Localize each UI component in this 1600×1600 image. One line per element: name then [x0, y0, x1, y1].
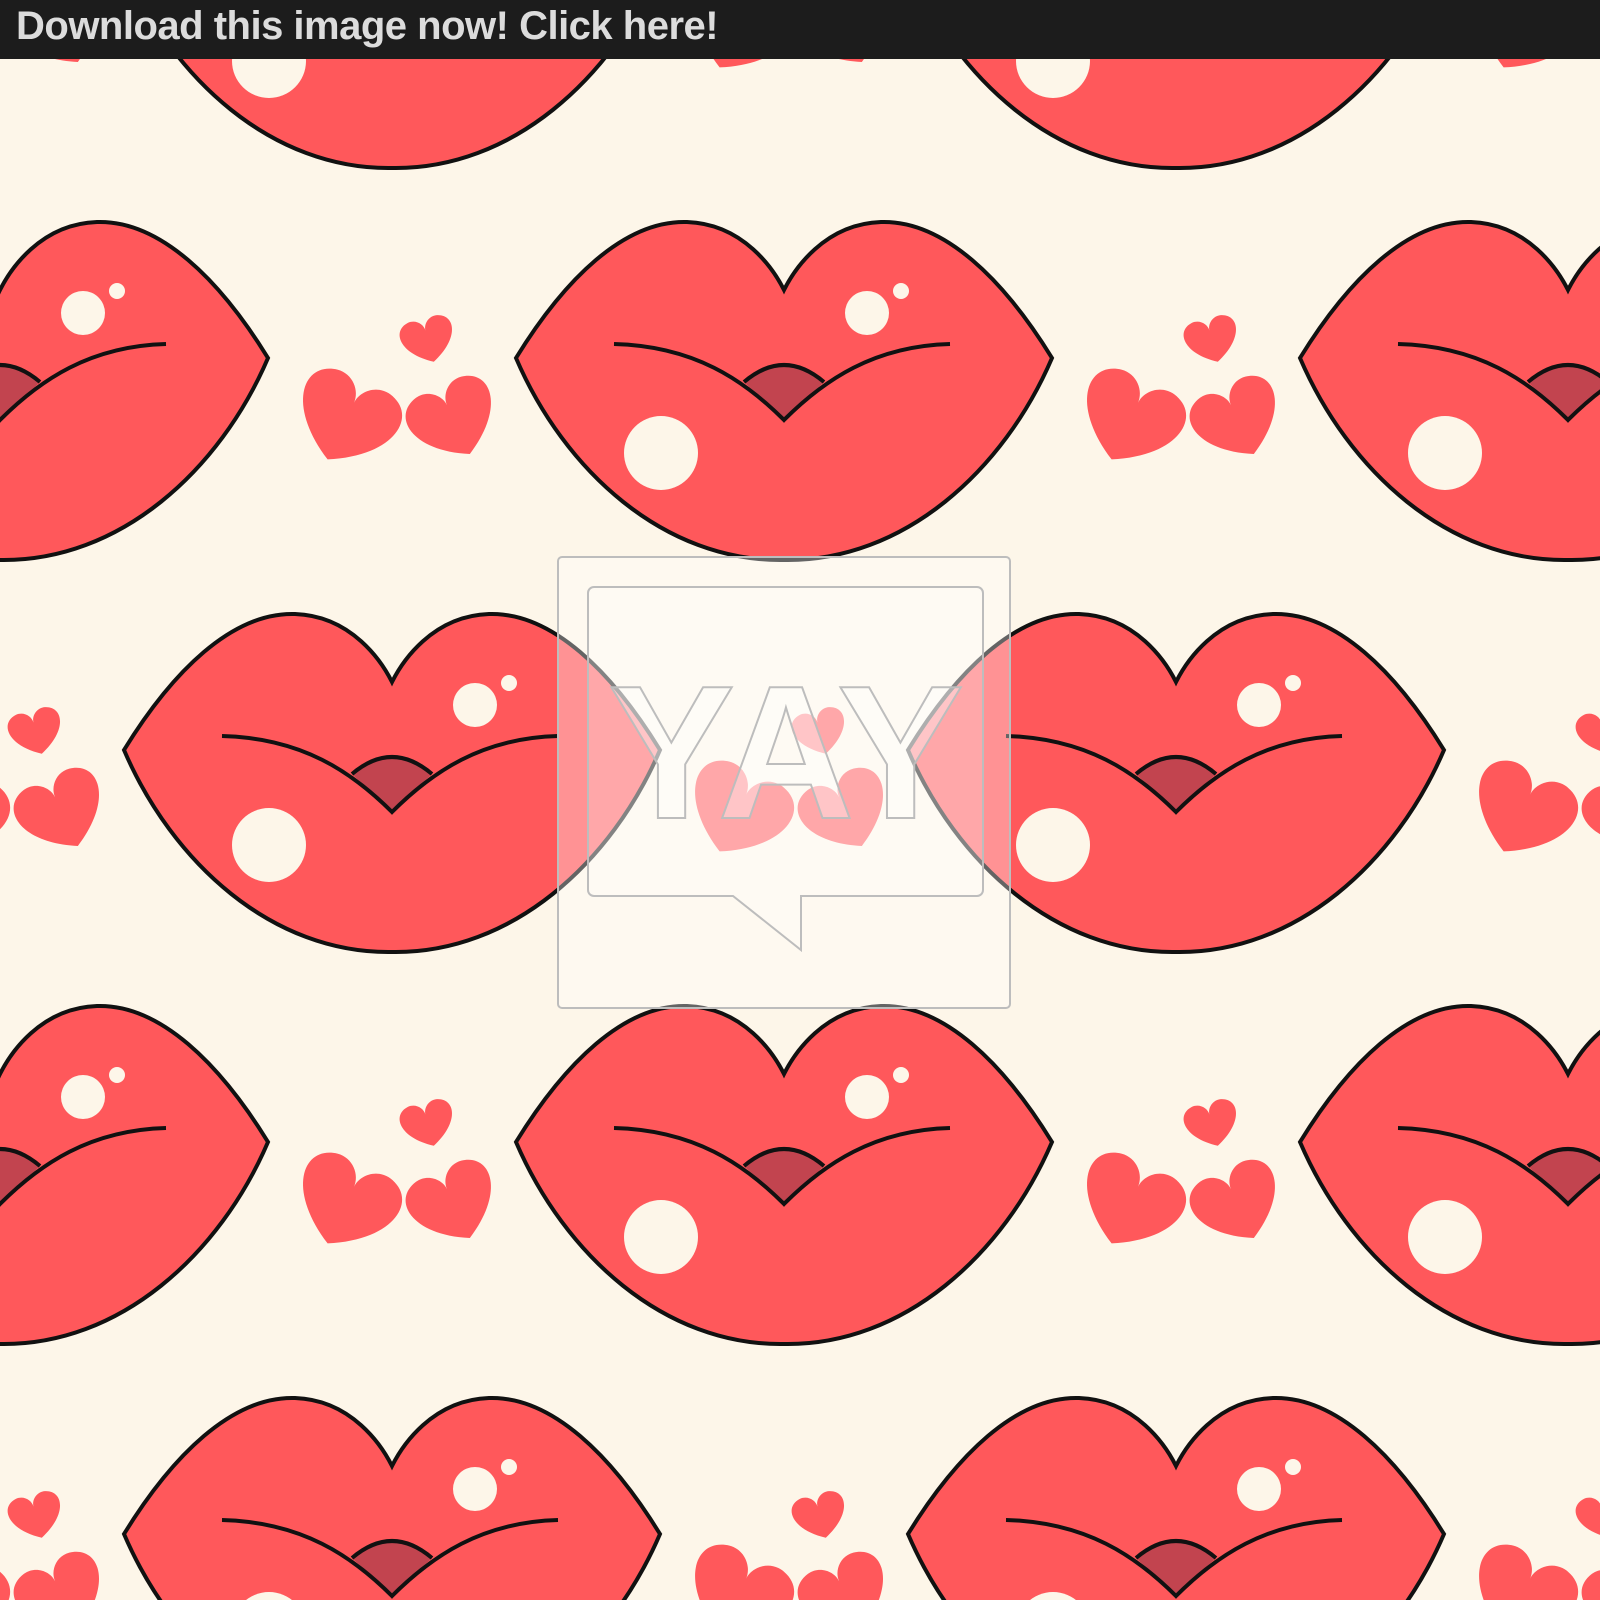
watermark-text: YAY [608, 647, 964, 859]
lips-pattern-illustration: YAY [0, 0, 1600, 1600]
download-banner[interactable]: Download this image now! Click here! [0, 0, 1600, 59]
download-link[interactable]: Download this image now! Click here! [16, 4, 719, 49]
watermark: YAY [557, 556, 1011, 1009]
